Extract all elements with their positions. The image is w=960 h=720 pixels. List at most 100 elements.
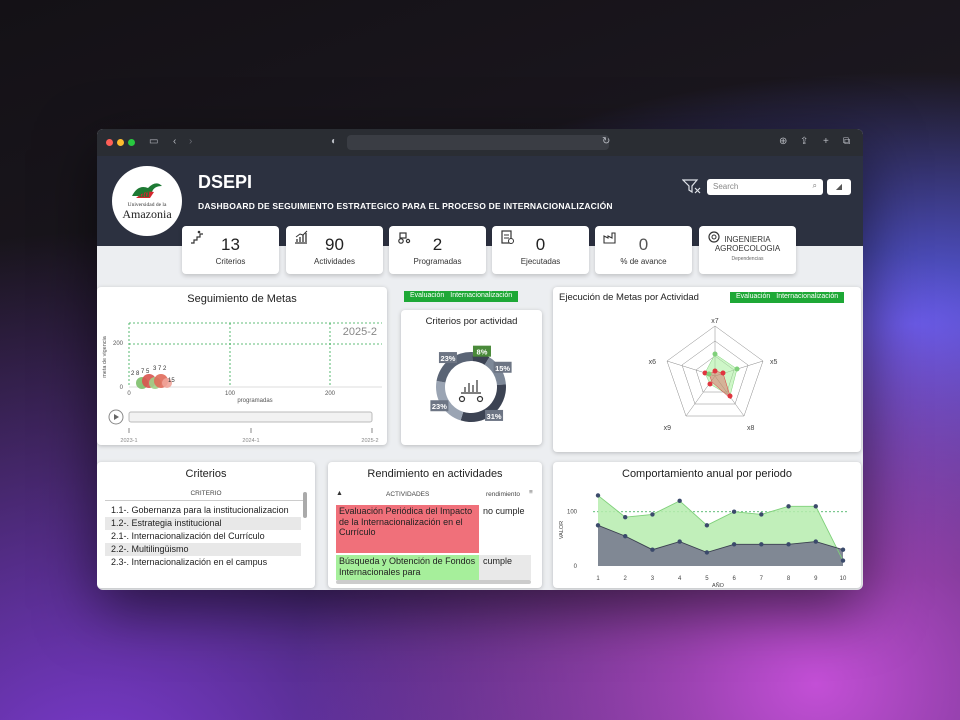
- rendimiento-panel: Rendimiento en actividades ▲ ACTIVIDADES…: [328, 462, 542, 588]
- tractor-icon: [398, 232, 411, 244]
- y-axis-label: VALOR: [559, 521, 565, 539]
- donut-label: 15%: [495, 364, 510, 373]
- y-tick: 100: [567, 510, 578, 516]
- bubble-cluster[interactable]: [136, 374, 172, 389]
- filter-icon[interactable]: [682, 178, 702, 194]
- tag-internacionalizacion[interactable]: Internacionalización: [450, 292, 512, 299]
- data-point[interactable]: [595, 523, 601, 528]
- year-label: 2025-2: [343, 326, 377, 338]
- forward-icon[interactable]: ›: [189, 136, 192, 147]
- address-bar[interactable]: [347, 135, 609, 150]
- download-icon[interactable]: ⊕: [779, 136, 787, 147]
- horizontal-scrollbar[interactable]: [336, 580, 531, 584]
- radar-axis-label: x6: [649, 359, 657, 366]
- tag-evaluacion[interactable]: Evaluación: [410, 292, 444, 299]
- table-cell-activity[interactable]: Evaluación Periódica del Impacto de la I…: [336, 505, 479, 553]
- kpi-ejecutadas-card[interactable]: 0 Ejecutadas: [492, 226, 589, 274]
- list-item[interactable]: 2.3-. Internacionalización en el campus: [105, 556, 301, 569]
- data-point[interactable]: [677, 498, 682, 504]
- data-point[interactable]: [731, 542, 737, 547]
- seguimiento-title: Seguimiento de Metas: [187, 293, 297, 305]
- zoom-window-button[interactable]: [128, 139, 135, 146]
- list-item[interactable]: 1.2-. Estrategia institucional: [105, 517, 301, 530]
- timeline-slider[interactable]: [128, 411, 373, 423]
- data-point[interactable]: [786, 542, 791, 547]
- bubble-label: 2: [163, 366, 167, 372]
- donut-label: 31%: [487, 412, 502, 421]
- area-chart[interactable]: 1 2 3 4 5 6 7 8 9 10 100 0 VALOR AÑO: [553, 484, 861, 588]
- reload-icon[interactable]: ↻: [602, 136, 610, 147]
- x-tick: 0: [127, 391, 131, 397]
- bubble-label: 7: [141, 369, 145, 375]
- radar-chart[interactable]: x7 x5 x8 x9 x6: [553, 309, 861, 449]
- seguimiento-chart[interactable]: meta de vigencia 200 0 2025-2 2 8 7 5 3 …: [97, 307, 387, 445]
- kpi-avance-card[interactable]: 0 % de avance: [595, 226, 692, 274]
- radar-axis-label: x9: [664, 425, 672, 432]
- criterios-actividad-panel: Criterios por actividad 8% 15% 31% 23% 23%: [401, 310, 542, 445]
- x-tick: 7: [760, 576, 764, 582]
- minimize-window-button[interactable]: [117, 139, 124, 146]
- tabs-overview-icon[interactable]: ⧉: [843, 136, 850, 147]
- kpi-actividades-card[interactable]: 90 Actividades: [286, 226, 383, 274]
- shield-icon: ◐: [331, 136, 338, 147]
- svg-text:ua: ua: [139, 189, 150, 200]
- data-point[interactable]: [786, 504, 791, 509]
- data-point[interactable]: [650, 547, 655, 552]
- data-point[interactable]: [677, 539, 682, 544]
- tag-evaluacion[interactable]: Evaluación: [736, 293, 770, 300]
- scrollbar[interactable]: [303, 492, 307, 518]
- checklist-icon: [501, 230, 514, 244]
- list-item[interactable]: 1.1-. Gobernanza para la institucionaliz…: [105, 504, 301, 517]
- data-point[interactable]: [704, 550, 710, 555]
- ua-logo-mark: ua: [132, 183, 162, 200]
- table-cell-status: cumple: [479, 555, 531, 580]
- list-item[interactable]: 2.2-. Multilingüismo: [105, 543, 301, 556]
- data-point[interactable]: [813, 539, 818, 544]
- search-input[interactable]: Search ⌕: [707, 179, 823, 195]
- y-axis-label: meta de vigencia: [102, 335, 108, 378]
- data-point[interactable]: [759, 542, 764, 547]
- x-tick: 200: [325, 391, 336, 397]
- col-rendimiento[interactable]: rendimiento: [486, 491, 520, 498]
- data-point[interactable]: [623, 533, 628, 539]
- x-tick: 6: [732, 576, 736, 582]
- close-window-button[interactable]: [106, 139, 113, 146]
- data-point[interactable]: [623, 514, 628, 520]
- kpi-criterios-card[interactable]: 13 Criterios: [182, 226, 279, 274]
- factory-icon: [603, 232, 616, 244]
- kpi-programadas-card[interactable]: 2 Programadas: [389, 226, 486, 274]
- share-icon[interactable]: ⇪: [800, 136, 808, 147]
- data-point[interactable]: [840, 547, 846, 552]
- data-point[interactable]: [759, 512, 764, 517]
- tag-internacionalizacion[interactable]: Internacionalización: [776, 293, 838, 300]
- x-tick: 10: [840, 576, 847, 582]
- kpi-label: Ejecutadas: [520, 257, 561, 266]
- dependencia-card[interactable]: INGENIERIA AGROECOLOGIA Dependencias: [699, 226, 796, 274]
- sort-icon[interactable]: ▲: [336, 490, 343, 497]
- x-tick: 3: [651, 576, 655, 582]
- data-point[interactable]: [595, 493, 601, 498]
- seguimiento-panel: Seguimiento de Metas meta de vigencia 20…: [97, 287, 387, 445]
- sidebar-icon[interactable]: ▭: [149, 136, 158, 147]
- x-axis-label: programadas: [237, 398, 272, 404]
- criterios-panel: Criterios CRITERIO 1.1-. Gobernanza para…: [97, 462, 315, 588]
- radar-axis-label: x8: [747, 425, 755, 432]
- eraser-icon[interactable]: ◢: [827, 179, 851, 195]
- ejecucion-tags[interactable]: Evaluación Internacionalización: [730, 292, 845, 303]
- table-cell-activity[interactable]: Búsqueda y Obtención de Fondos Internaci…: [336, 555, 479, 580]
- back-icon[interactable]: ‹: [173, 136, 176, 147]
- list-item[interactable]: 2.1-. Internacionalización del Currículo: [105, 530, 301, 543]
- col-actividades[interactable]: ACTIVIDADES: [386, 491, 429, 498]
- x-tick: 2: [624, 576, 628, 582]
- data-point[interactable]: [704, 523, 710, 528]
- data-point[interactable]: [650, 512, 655, 517]
- data-point[interactable]: [840, 558, 846, 563]
- timeline-tick: 2025-2: [361, 438, 378, 444]
- data-point[interactable]: [813, 504, 818, 509]
- seguimiento-tags[interactable]: Evaluación Internacionalización: [404, 291, 519, 302]
- x-tick: 9: [814, 576, 818, 582]
- sort-icon[interactable]: ≡: [529, 489, 533, 496]
- donut-chart[interactable]: 8% 15% 31% 23% 23%: [401, 332, 542, 442]
- new-tab-icon[interactable]: +: [823, 136, 829, 147]
- data-point[interactable]: [731, 509, 737, 514]
